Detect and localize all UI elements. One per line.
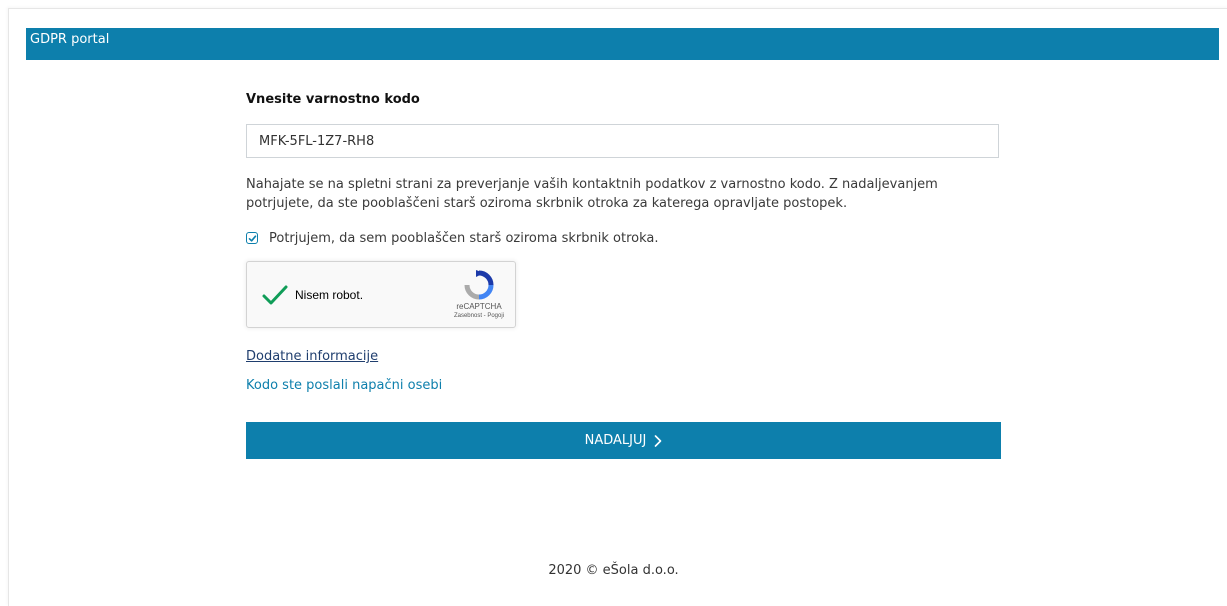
- recaptcha-links: Zasebnost - Pogoji: [439, 313, 519, 319]
- top-bar: GDPR portal: [26, 28, 1219, 60]
- footer-copyright: 2020 © eŠola d.o.o.: [548, 563, 679, 578]
- consent-label: Potrjujem, da sem pooblaščen starš oziro…: [269, 230, 659, 246]
- recaptcha-brand: reCAPTCHA: [456, 302, 502, 311]
- consent-row: Potrjujem, da sem pooblaščen starš oziro…: [246, 229, 658, 247]
- continue-button[interactable]: NADALJUJ: [246, 422, 1001, 459]
- recaptcha-widget: Nisem robot. reCAPTCHA Zasebnost - Pogoj…: [246, 261, 516, 328]
- portal-title: GDPR portal: [30, 32, 110, 47]
- recaptcha-logo-icon: [464, 270, 494, 300]
- recaptcha-label: Nisem robot.: [295, 288, 364, 302]
- info-text: Nahajate se na spletni strani za preverj…: [246, 177, 938, 211]
- chevron-right-icon: [655, 434, 662, 447]
- recaptcha-privacy-link[interactable]: Zasebnost: [454, 313, 482, 319]
- consent-checkbox[interactable]: [246, 232, 258, 244]
- recaptcha-checkmark-icon[interactable]: [261, 281, 289, 309]
- checkmark-icon: [248, 234, 256, 242]
- page-heading: Vnesite varnostno kodo: [246, 92, 420, 107]
- continue-button-label: NADALJUJ: [584, 433, 647, 448]
- more-info-link[interactable]: Dodatne informacije: [246, 349, 378, 364]
- page-frame: [8, 8, 1227, 606]
- security-code-input[interactable]: [246, 124, 999, 158]
- wrong-person-link[interactable]: Kodo ste poslali napačni osebi: [246, 378, 442, 393]
- recaptcha-terms-link[interactable]: Pogoji: [487, 313, 504, 319]
